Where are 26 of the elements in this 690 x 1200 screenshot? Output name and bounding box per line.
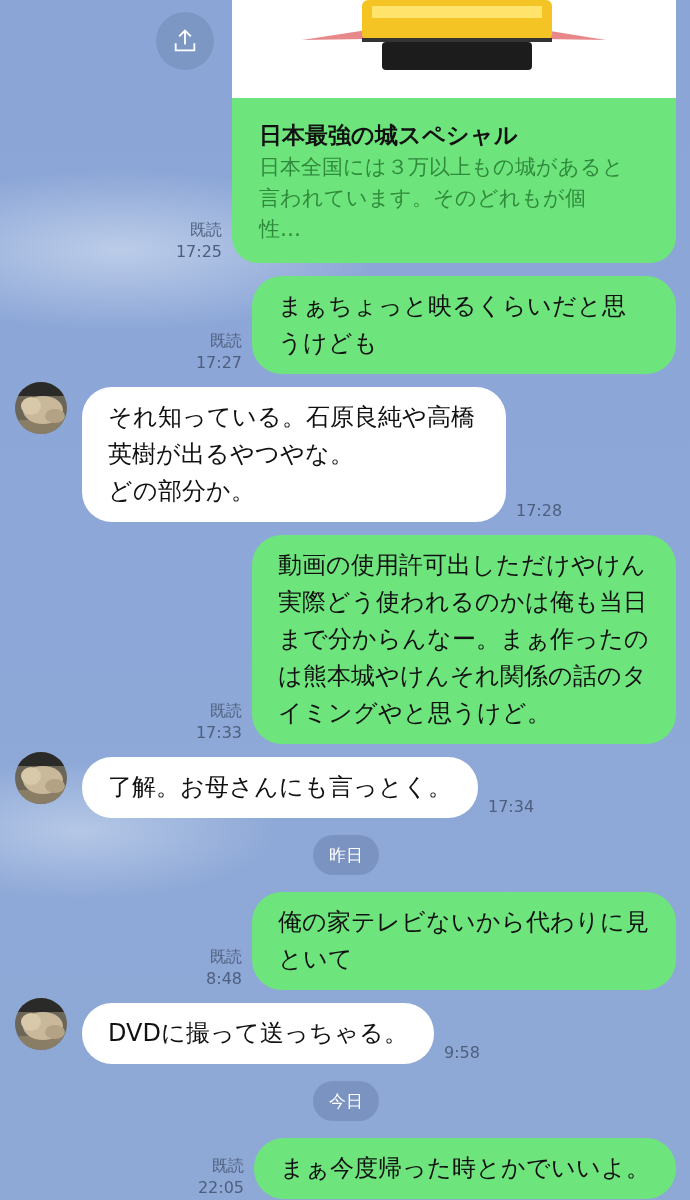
message-bubble: 動画の使用許可出しただけやけん実際どう使われるのかは俺も当日まで分からんなー。まぁ作ったのは熊本城やけんそれ関係の話のタイミングやと思うけど。 (252, 535, 676, 744)
message-bubble: まぁ今度帰った時とかでいいよ。 (254, 1138, 676, 1199)
timestamp: 17:28 (516, 500, 563, 522)
timestamp: 8:48 (206, 968, 242, 990)
timestamp: 17:33 (195, 722, 242, 744)
message-bubble: 了解。お母さんにも言っとく。 (82, 757, 478, 818)
link-preview-card[interactable]: 日本最強の城スペシャル 日本全国には３万以上もの城があると言われています。そのどれもが個性… (232, 0, 676, 263)
message-text: どの部分か。 (108, 476, 256, 507)
timestamp: 17:25 (175, 241, 222, 263)
message-bubble: まぁちょっと映るくらいだと思うけども (252, 276, 676, 374)
read-receipt: 既読 (210, 330, 242, 352)
timestamp: 17:27 (195, 352, 242, 374)
read-receipt: 既読 (190, 219, 222, 241)
read-receipt: 既読 (210, 700, 242, 722)
date-label: 今日 (312, 1081, 379, 1121)
link-description: 日本全国には３万以上もの城があると言われています。そのどれもが個性… (259, 154, 625, 243)
link-title: 日本最強の城スペシャル (259, 121, 519, 150)
date-label: 昨日 (312, 835, 379, 875)
message-bubble: DVDに撮って送っちゃる。 (82, 1003, 434, 1064)
timestamp: 22:05 (197, 1177, 244, 1199)
message-text: それ知っている。石原良純や高橋英樹が出るやつやな。 (108, 402, 476, 470)
message-bubble: 俺の家テレビないから代わりに見といて (252, 892, 676, 990)
read-receipt: 既読 (212, 1155, 244, 1177)
read-receipt: 既読 (210, 946, 242, 968)
timestamp: 9:58 (443, 1042, 480, 1064)
timestamp: 17:34 (488, 796, 535, 818)
